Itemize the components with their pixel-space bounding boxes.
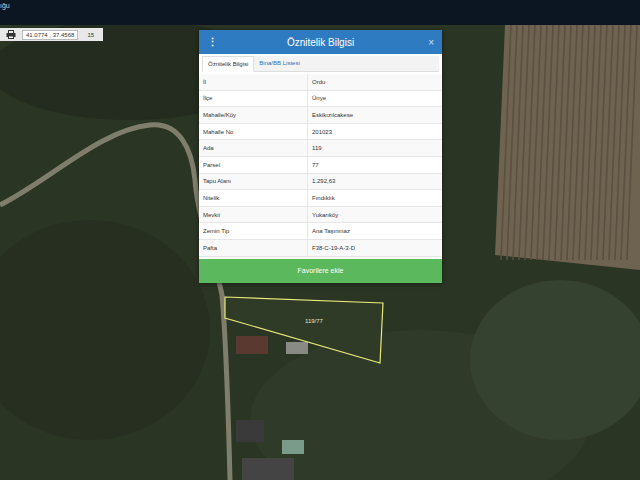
row-value: Eskikızılcakese [308, 107, 442, 123]
table-row: NitelikFındıklık [199, 190, 442, 207]
row-value: Ordu [308, 74, 442, 90]
menu-icon[interactable]: ⋮ [207, 36, 221, 49]
row-label: Pafta [199, 240, 308, 256]
row-value: Ünye [308, 91, 442, 107]
attribute-dialog: ⋮Öznitelik Bilgisi×Öznitelik BilgisiBina… [199, 30, 442, 283]
parcel-outline[interactable] [225, 297, 383, 363]
row-label: Tapu Alanı [199, 174, 308, 190]
row-value: Fındıklık [308, 190, 442, 206]
row-label: Zemin Tip [199, 223, 308, 239]
row-value: Ana Taşınmaz [308, 223, 442, 239]
dialog-title: Öznitelik Bilgisi [221, 37, 420, 48]
dialog-header: ⋮Öznitelik Bilgisi× [199, 30, 442, 54]
row-label: Parsel [199, 157, 308, 173]
row-label: Nitelik [199, 190, 308, 206]
table-row: Parsel77 [199, 157, 442, 174]
row-label: Mahalle/Köy [199, 107, 308, 123]
row-label: Mevkii [199, 207, 308, 223]
top-bar: ığu [0, 0, 640, 25]
row-value: Yukarıköy [308, 207, 442, 223]
close-button[interactable]: × [420, 37, 434, 48]
row-value: 201023 [308, 124, 442, 140]
row-label: İlçe [199, 91, 308, 107]
row-label: Ada [199, 140, 308, 156]
table-row: MevkiiYukarıköy [199, 207, 442, 224]
attribute-table: İlOrduİlçeÜnyeMahalle/KöyEskikızılcakese… [199, 72, 442, 259]
coordinates: 41.0774 , 37.4568 [22, 30, 78, 40]
zoom-level: 15 [84, 31, 97, 39]
table-row: İlçeÜnye [199, 91, 442, 108]
table-row: İlOrdu [199, 74, 442, 91]
row-label: Mahalle No [199, 124, 308, 140]
toolbar: 41.0774 , 37.4568 15 [0, 28, 103, 41]
row-value: 77 [308, 157, 442, 173]
table-row: Mahalle No201023 [199, 124, 442, 141]
screen: ığu119/7741.0774 , 37.456815⋮Öznitelik B… [0, 0, 640, 480]
tab[interactable]: Öznitelik Bilgisi [202, 56, 254, 72]
row-label: İl [199, 74, 308, 90]
row-value: F38-C-19-A-3-D [308, 240, 442, 256]
row-value: 1.292,63 [308, 174, 442, 190]
row-value: 119 [308, 140, 442, 156]
top-title: ığu [0, 0, 10, 9]
parcel-label: 119/77 [305, 318, 324, 324]
add-favorite-button[interactable]: Favorilere ekle [199, 259, 442, 283]
table-row: PaftaF38-C-19-A-3-D [199, 240, 442, 257]
table-row: Mahalle/KöyEskikızılcakese [199, 107, 442, 124]
table-row: Zemin TipAna Taşınmaz [199, 223, 442, 240]
tab-bar: Öznitelik BilgisiBina/BB Listesi [202, 56, 439, 72]
print-icon[interactable] [6, 30, 16, 39]
table-row: Ada119 [199, 140, 442, 157]
tab[interactable]: Bina/BB Listesi [254, 56, 304, 71]
table-row: Tapu Alanı1.292,63 [199, 174, 442, 191]
map[interactable]: 119/7741.0774 , 37.456815⋮Öznitelik Bilg… [0, 25, 640, 480]
